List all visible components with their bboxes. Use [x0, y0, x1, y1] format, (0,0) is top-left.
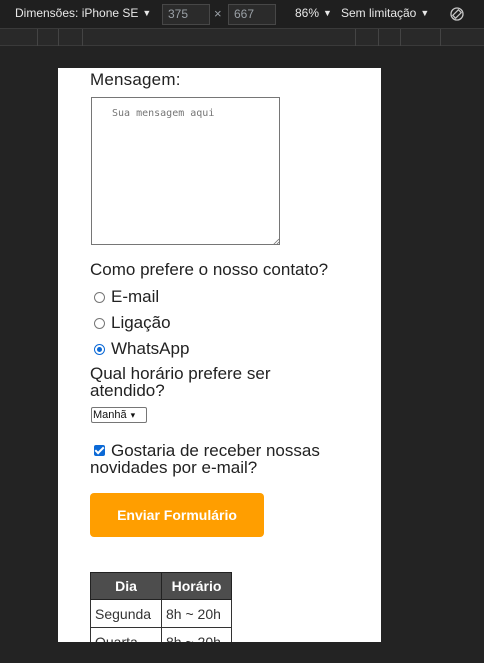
time-select-value: Manhã — [93, 409, 127, 421]
resize-grip-icon[interactable] — [272, 238, 279, 245]
radio-whatsapp[interactable]: WhatsApp — [94, 339, 189, 359]
table-row: Quarta 8h ~ 20h — [90, 627, 232, 642]
header-day: Dia — [90, 572, 162, 600]
newsletter-option[interactable]: Gostaria de receber nossas novidades por… — [90, 442, 355, 476]
dimensions-dropdown[interactable]: Dimensões: iPhone SE ▼ — [15, 6, 151, 20]
radio-button[interactable] — [94, 291, 105, 303]
times-separator: × — [214, 6, 222, 21]
newsletter-checkbox[interactable] — [94, 444, 105, 456]
submit-button[interactable]: Enviar Formulário — [90, 493, 264, 537]
radio-label: E-mail — [111, 287, 160, 306]
message-label: Mensagem: — [90, 70, 181, 89]
chevron-down-icon: ▼ — [142, 8, 152, 18]
chevron-down-icon: ▼ — [323, 8, 332, 18]
schedule-table: Dia Horário Segunda 8h ~ 20h Quarta 8h ~… — [90, 572, 232, 642]
table-cell: 8h ~ 20h — [161, 599, 232, 628]
width-input[interactable]: 375 — [162, 4, 210, 25]
newsletter-label: Gostaria de receber nossas novidades por… — [90, 441, 320, 477]
zoom-label: 86% — [295, 6, 320, 20]
table-cell: Quarta — [90, 627, 162, 642]
radio-label: WhatsApp — [111, 339, 190, 358]
rotate-icon[interactable] — [449, 6, 465, 22]
radio-button[interactable] — [94, 317, 105, 329]
chevron-down-icon: ▾ — [130, 409, 136, 420]
time-question: Qual horário prefere ser atendido? — [90, 364, 271, 400]
dimensions-label: Dimensões: iPhone SE — [15, 6, 139, 20]
throttle-dropdown[interactable]: Sem limitação ▼ — [341, 6, 429, 20]
throttle-label: Sem limitação — [341, 6, 417, 20]
radio-email[interactable]: E-mail — [94, 287, 159, 307]
table-cell: Segunda — [90, 599, 162, 628]
table-row: Segunda 8h ~ 20h — [90, 599, 232, 628]
table-cell: 8h ~ 20h — [161, 627, 232, 642]
header-time: Horário — [161, 572, 232, 600]
radio-phone[interactable]: Ligação — [94, 313, 171, 333]
message-textarea[interactable] — [91, 97, 280, 245]
chevron-down-icon: ▼ — [420, 8, 430, 18]
table-header-row: Dia Horário — [90, 572, 232, 600]
zoom-dropdown[interactable]: 86% ▼ — [295, 6, 332, 20]
height-input[interactable]: 667 — [228, 4, 276, 25]
time-select[interactable]: Manhã ▾ — [91, 407, 147, 423]
radio-label: Ligação — [111, 313, 171, 332]
device-toolbar: Dimensões: iPhone SE ▼ 375 × 667 86% ▼ S… — [0, 0, 484, 29]
media-query-ruler[interactable] — [0, 29, 484, 46]
page-viewport: Mensagem: Como prefere o nosso contato? … — [58, 68, 381, 642]
contact-question: Como prefere o nosso contato? — [90, 260, 329, 279]
radio-button[interactable] — [94, 343, 105, 355]
